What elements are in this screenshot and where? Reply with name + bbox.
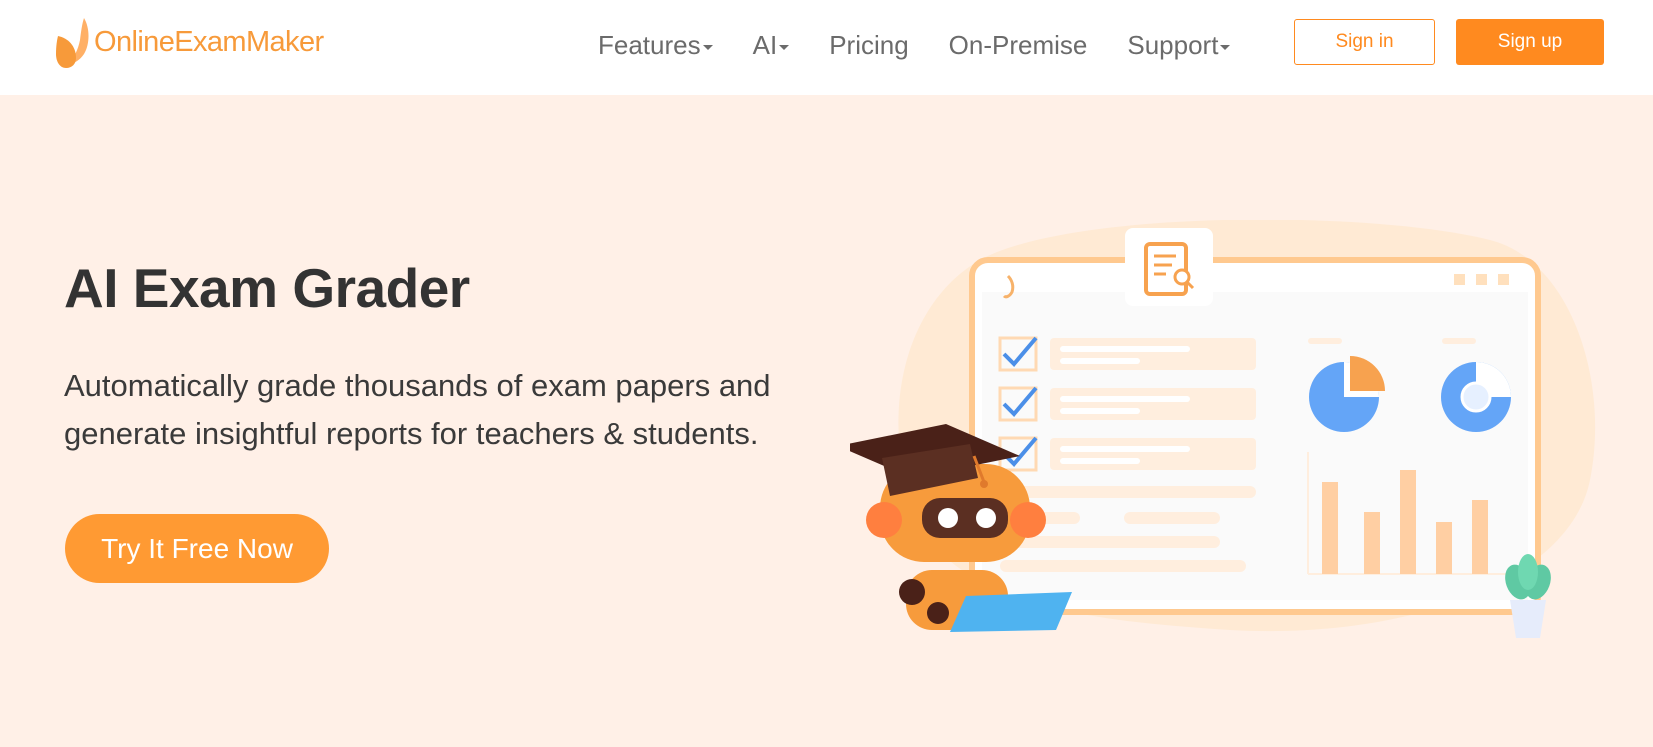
caret-down-icon [1220,44,1231,50]
nav-on-premise[interactable]: On-Premise [949,30,1088,61]
main-nav: Features AI Pricing On-Premise Support [598,0,1270,90]
nav-support[interactable]: Support [1127,29,1231,61]
hero-title: AI Exam Grader [64,257,470,319]
hero-description: Automatically grade thousands of exam pa… [64,368,771,451]
nav-support-label: Support [1127,29,1219,60]
nav-ai-label: AI [752,29,778,60]
robot-grading-dashboard-illustration [850,220,1596,638]
nav-features-label: Features [598,29,701,60]
top-navbar: OnlineExamMaker Features AI Pricing On-P… [0,0,1653,95]
brand-logo[interactable]: OnlineExamMaker [54,14,324,70]
caret-down-icon [702,44,713,50]
brand-name: OnlineExamMaker [94,25,324,58]
try-free-button[interactable]: Try It Free Now [65,514,329,583]
sign-in-button[interactable]: Sign in [1294,19,1435,65]
nav-ai[interactable]: AI [753,30,790,61]
nav-on-premise-label: On-Premise [948,29,1088,60]
leaf-logo-icon [56,18,89,68]
caret-down-icon [779,44,790,50]
sign-up-button[interactable]: Sign up [1456,19,1604,65]
nav-pricing[interactable]: Pricing [829,30,908,61]
document-search-icon [1125,228,1213,306]
nav-pricing-label: Pricing [829,29,909,60]
nav-features[interactable]: Features [598,30,713,61]
